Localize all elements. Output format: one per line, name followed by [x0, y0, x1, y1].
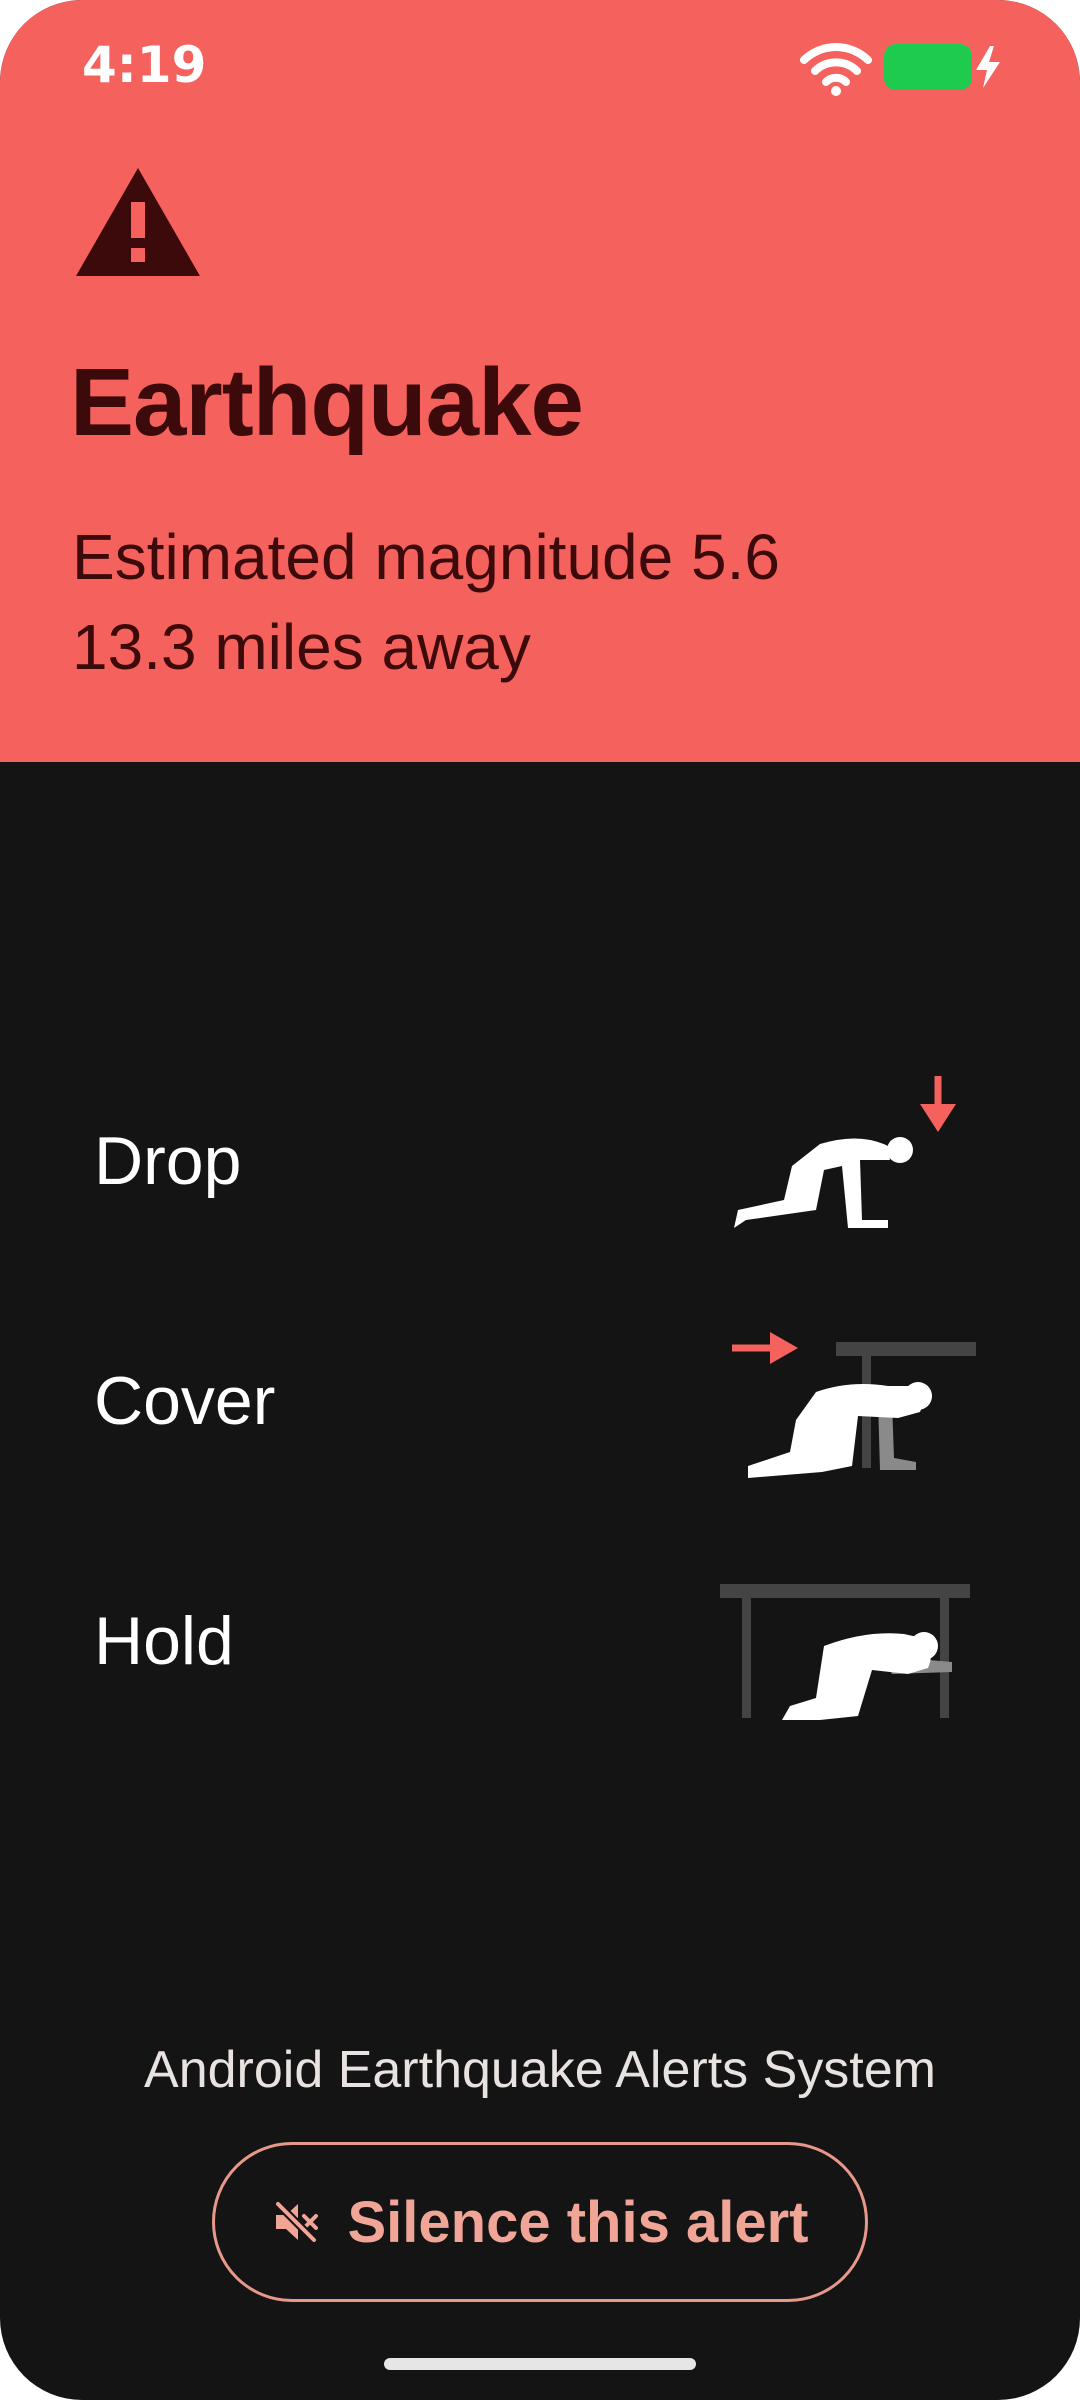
status-time: 4:19 [82, 36, 207, 94]
system-name: Android Earthquake Alerts System [144, 2041, 936, 2099]
silence-button-label: Silence this alert [347, 2189, 809, 2255]
status-bar: 4:19 [0, 0, 1080, 130]
charging-bolt-icon [972, 44, 1004, 95]
cover-illustration [720, 1320, 980, 1495]
step-hold-label: Hold [94, 1603, 234, 1679]
alert-header: 4:19 Earthquake Estimated magnitude 5.6 … [0, 0, 1080, 762]
drop-illustration [720, 1070, 980, 1245]
step-cover-label: Cover [94, 1363, 276, 1439]
warning-triangle-icon [74, 166, 202, 283]
volume-off-icon [272, 2198, 320, 2246]
home-indicator[interactable] [384, 2358, 696, 2370]
alert-title: Earthquake [70, 349, 584, 456]
wifi-icon [800, 40, 872, 101]
alert-screen: 4:19 Earthquake Estimated magnitude 5.6 … [0, 0, 1080, 2400]
silence-alert-button[interactable]: Silence this alert [212, 2142, 868, 2302]
battery-icon [884, 44, 972, 90]
distance-text: 13.3 miles away [72, 611, 531, 683]
hold-illustration [716, 1576, 976, 1731]
magnitude-text: Estimated magnitude 5.6 [72, 521, 780, 593]
step-drop-label: Drop [94, 1123, 242, 1199]
